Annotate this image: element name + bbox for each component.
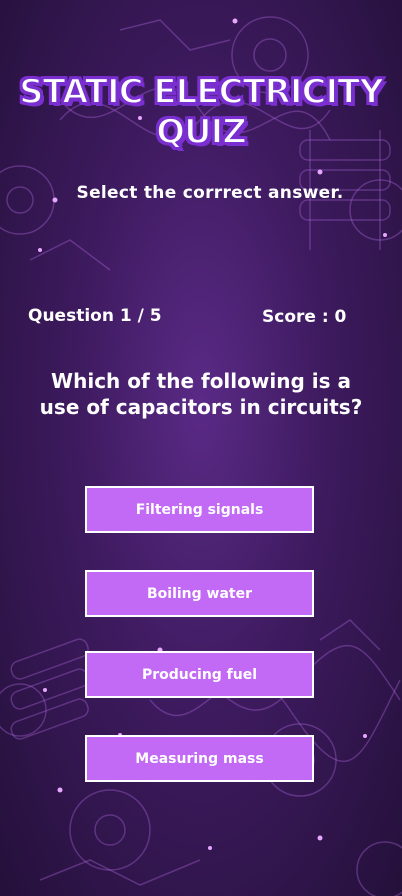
quiz-title-line1: STATIC ELECTRICITY	[18, 71, 385, 113]
answer-option-label: Measuring mass	[135, 750, 264, 767]
answer-option-label: Producing fuel	[141, 666, 258, 683]
question-counter: Question 1 / 5	[28, 306, 162, 326]
answer-option-4[interactable]: Measuring mass	[85, 735, 314, 782]
answer-option-3[interactable]: Producing fuel	[85, 651, 314, 698]
answer-option-label: Boiling water	[146, 585, 253, 602]
question-text: Which of the following is a use of capac…	[39, 369, 363, 419]
answer-option-1[interactable]: Filtering signals	[85, 486, 314, 533]
answer-option-label: Filtering signals	[135, 501, 264, 518]
answer-option-2[interactable]: Boiling water	[85, 570, 314, 617]
instruction-text: Select the corrrect answer.	[76, 183, 344, 203]
quiz-title-line2: QUIZ	[155, 111, 248, 153]
score-display: Score : 0	[262, 307, 347, 327]
